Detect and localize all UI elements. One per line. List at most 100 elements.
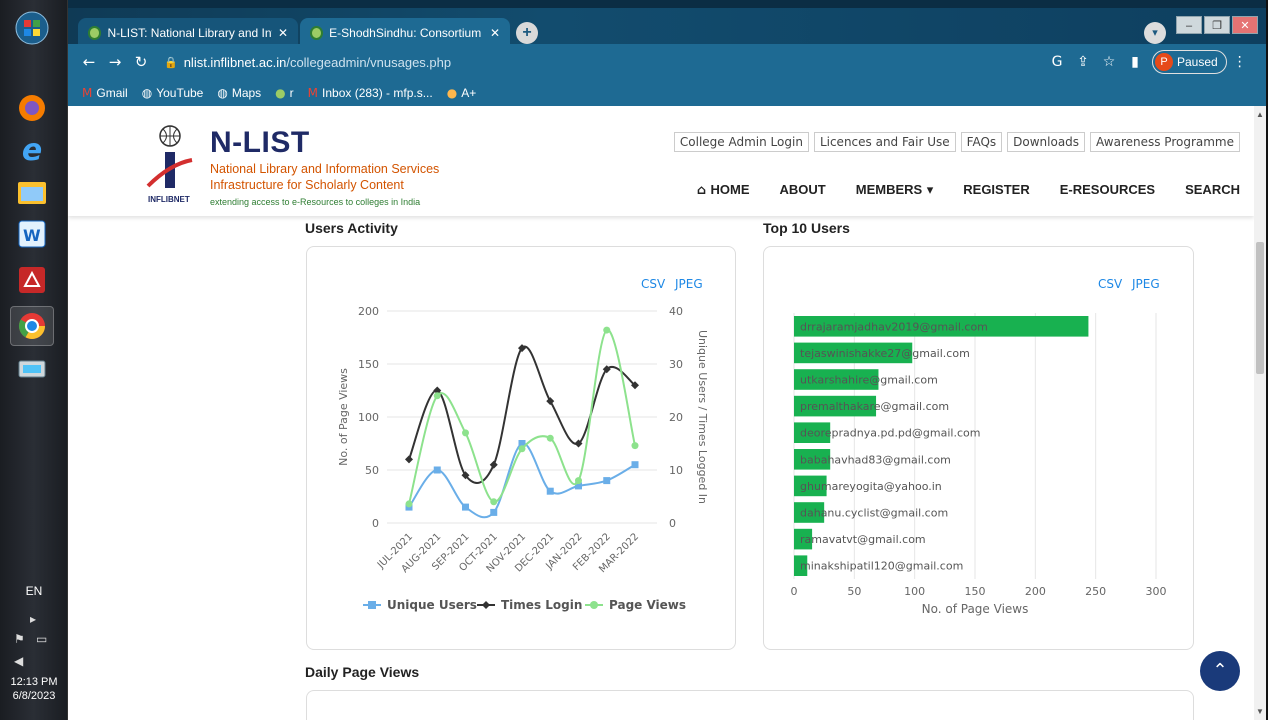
side-panel-icon[interactable]: ▮ bbox=[1122, 54, 1148, 70]
network-icon[interactable]: ▭ bbox=[36, 632, 47, 646]
desktop: e W EN ▸ ⚑ ▭ ◀ 12:13 PM 6/8/2023 N-LIST:… bbox=[0, 0, 1268, 720]
show-hidden-icons-icon[interactable]: ▸ bbox=[30, 612, 36, 626]
language-indicator[interactable]: EN bbox=[0, 584, 68, 598]
y2-tick-label: 40 bbox=[669, 305, 683, 318]
data-point bbox=[631, 461, 639, 469]
legend-label: Page Views bbox=[609, 598, 686, 612]
bookmark-label: YouTube bbox=[156, 86, 204, 100]
y-tick-label: 150 bbox=[358, 358, 379, 371]
nav-register[interactable]: REGISTER bbox=[963, 182, 1029, 198]
volume-muted-icon[interactable]: ◀ bbox=[14, 654, 23, 668]
bookmark-youtube[interactable]: ◍ YouTube bbox=[142, 86, 204, 100]
web-page: INFLIBNET N-LIST National Library and In… bbox=[68, 106, 1254, 720]
bookmark-inbox[interactable]: M Inbox (283) - mfp.s... bbox=[308, 86, 433, 100]
reload-icon[interactable]: ↻ bbox=[128, 53, 154, 71]
export-csv-link[interactable]: CSV bbox=[641, 277, 665, 291]
avatar: P bbox=[1155, 53, 1173, 71]
action-center-flag-icon[interactable]: ⚑ bbox=[14, 632, 25, 646]
link-college-admin-login[interactable]: College Admin Login bbox=[673, 132, 809, 152]
daily-page-views-card bbox=[306, 690, 1194, 720]
back-arrow-icon[interactable]: ← bbox=[76, 53, 102, 71]
main-nav: ⌂ HOME ABOUT MEMBERS ▾ REGISTER E-RESOUR… bbox=[697, 182, 1240, 198]
start-button[interactable] bbox=[10, 8, 54, 48]
caret-down-icon: ▾ bbox=[922, 183, 934, 198]
link-licences[interactable]: Licences and Fair Use bbox=[813, 132, 956, 152]
forward-arrow-icon[interactable]: → bbox=[102, 53, 128, 71]
address-bar[interactable]: 🔒 nlist.inflibnet.ac.in/collegeadmin/vnu… bbox=[164, 55, 1044, 70]
export-csv-link[interactable]: CSV bbox=[1098, 277, 1122, 291]
x-tick-label: 100 bbox=[904, 585, 925, 598]
bookmark-r[interactable]: ● r bbox=[275, 86, 293, 100]
legend-label: Times Login bbox=[501, 598, 582, 612]
url-host: nlist.inflibnet.ac.in bbox=[183, 54, 287, 70]
nav-about[interactable]: ABOUT bbox=[780, 182, 826, 198]
file-explorer-icon[interactable] bbox=[10, 172, 54, 212]
network-drive-icon[interactable] bbox=[10, 350, 54, 390]
bar-label: drrajaramjadhav2019@gmail.com bbox=[800, 320, 988, 333]
bookmark-star-icon[interactable]: ☆ bbox=[1096, 54, 1122, 70]
nav-search[interactable]: SEARCH bbox=[1185, 182, 1240, 198]
page-scrollbar[interactable]: ▲ ▼ bbox=[1254, 106, 1266, 720]
export-jpeg-link[interactable]: JPEG bbox=[1132, 277, 1160, 291]
data-point bbox=[631, 442, 639, 450]
scroll-down-arrow-icon[interactable]: ▼ bbox=[1256, 707, 1264, 716]
menu-kebab-icon[interactable]: ⋮ bbox=[1227, 54, 1253, 70]
data-point bbox=[433, 466, 441, 474]
y-axis-label: No. of Page Views bbox=[337, 368, 350, 466]
site-name[interactable]: N-LIST bbox=[210, 126, 310, 160]
word-icon[interactable]: W bbox=[10, 214, 54, 254]
chrome-icon[interactable] bbox=[10, 306, 54, 346]
tab-search-chevron-icon[interactable]: ▾ bbox=[1144, 22, 1166, 44]
close-icon[interactable]: ✕ bbox=[490, 26, 500, 40]
windows-orb-icon bbox=[15, 11, 49, 45]
bar-label: tejaswinishakke27@gmail.com bbox=[800, 347, 970, 360]
new-tab-button[interactable]: + bbox=[516, 22, 538, 44]
x-tick-label: 50 bbox=[847, 585, 861, 598]
restore-button[interactable]: ❐ bbox=[1204, 16, 1230, 34]
data-point bbox=[575, 477, 582, 485]
site-tagline: extending access to e-Resources to colle… bbox=[210, 197, 421, 207]
top10-users-card: CSV JPEG 0 50 100 150 200 250 300 No. of Page V… bbox=[763, 246, 1194, 650]
y2-tick-label: 10 bbox=[669, 464, 683, 477]
bookmark-maps[interactable]: ◍ Maps bbox=[217, 86, 261, 100]
bookmark-label: Inbox (283) - mfp.s... bbox=[322, 86, 433, 100]
pdf-reader-icon[interactable] bbox=[10, 260, 54, 300]
export-jpeg-link[interactable]: JPEG bbox=[675, 277, 703, 291]
share-icon[interactable]: ⇪ bbox=[1070, 54, 1096, 70]
site-icon: ● bbox=[275, 86, 286, 100]
data-point bbox=[546, 397, 555, 406]
url-path: /collegeadmin/vnusages.php bbox=[286, 54, 452, 70]
nav-home[interactable]: ⌂ HOME bbox=[697, 182, 750, 198]
minimize-button[interactable]: – bbox=[1176, 16, 1202, 34]
top-links: College Admin Login Licences and Fair Us… bbox=[673, 132, 1240, 152]
link-awareness-programme[interactable]: Awareness Programme bbox=[1090, 132, 1240, 152]
window-controls: – ❐ ✕ bbox=[1176, 16, 1258, 34]
link-faqs[interactable]: FAQs bbox=[960, 132, 1003, 152]
nav-e-resources[interactable]: E-RESOURCES bbox=[1060, 182, 1155, 198]
firefox-icon[interactable] bbox=[10, 88, 54, 128]
nav-members[interactable]: MEMBERS ▾ bbox=[856, 182, 934, 198]
tab-title: N-LIST: National Library and Info bbox=[107, 26, 272, 40]
data-point bbox=[603, 326, 611, 334]
site-icon: ● bbox=[446, 86, 458, 100]
x-tick-label: 300 bbox=[1146, 585, 1167, 598]
scrollbar-thumb[interactable] bbox=[1256, 242, 1264, 374]
system-clock[interactable]: 12:13 PM 6/8/2023 bbox=[0, 675, 68, 703]
scroll-up-arrow-icon[interactable]: ▲ bbox=[1256, 110, 1264, 119]
google-lens-icon[interactable]: G bbox=[1044, 54, 1070, 70]
link-downloads[interactable]: Downloads bbox=[1007, 132, 1086, 152]
bookmark-gmail[interactable]: M Gmail bbox=[82, 86, 128, 100]
site-subtitle-line2: Infrastructure for Scholarly Content bbox=[210, 178, 404, 192]
internet-explorer-icon[interactable]: e bbox=[10, 130, 54, 170]
top10-users-heading: Top 10 Users bbox=[763, 220, 850, 236]
scroll-to-top-button[interactable]: ⌃ bbox=[1200, 651, 1240, 691]
profile-button[interactable]: P Paused bbox=[1152, 50, 1227, 74]
data-point bbox=[462, 503, 469, 511]
bar-label: minakshipatil120@gmail.com bbox=[800, 560, 963, 573]
close-icon[interactable]: ✕ bbox=[278, 26, 288, 40]
close-window-button[interactable]: ✕ bbox=[1232, 16, 1258, 34]
bookmark-label: A+ bbox=[461, 86, 477, 100]
tab-strip: N-LIST: National Library and Info ✕ E-Sh… bbox=[68, 0, 1266, 48]
site-subtitle-line1: National Library and Information Service… bbox=[210, 162, 440, 176]
bookmark-aplus[interactable]: ● A+ bbox=[447, 86, 477, 100]
